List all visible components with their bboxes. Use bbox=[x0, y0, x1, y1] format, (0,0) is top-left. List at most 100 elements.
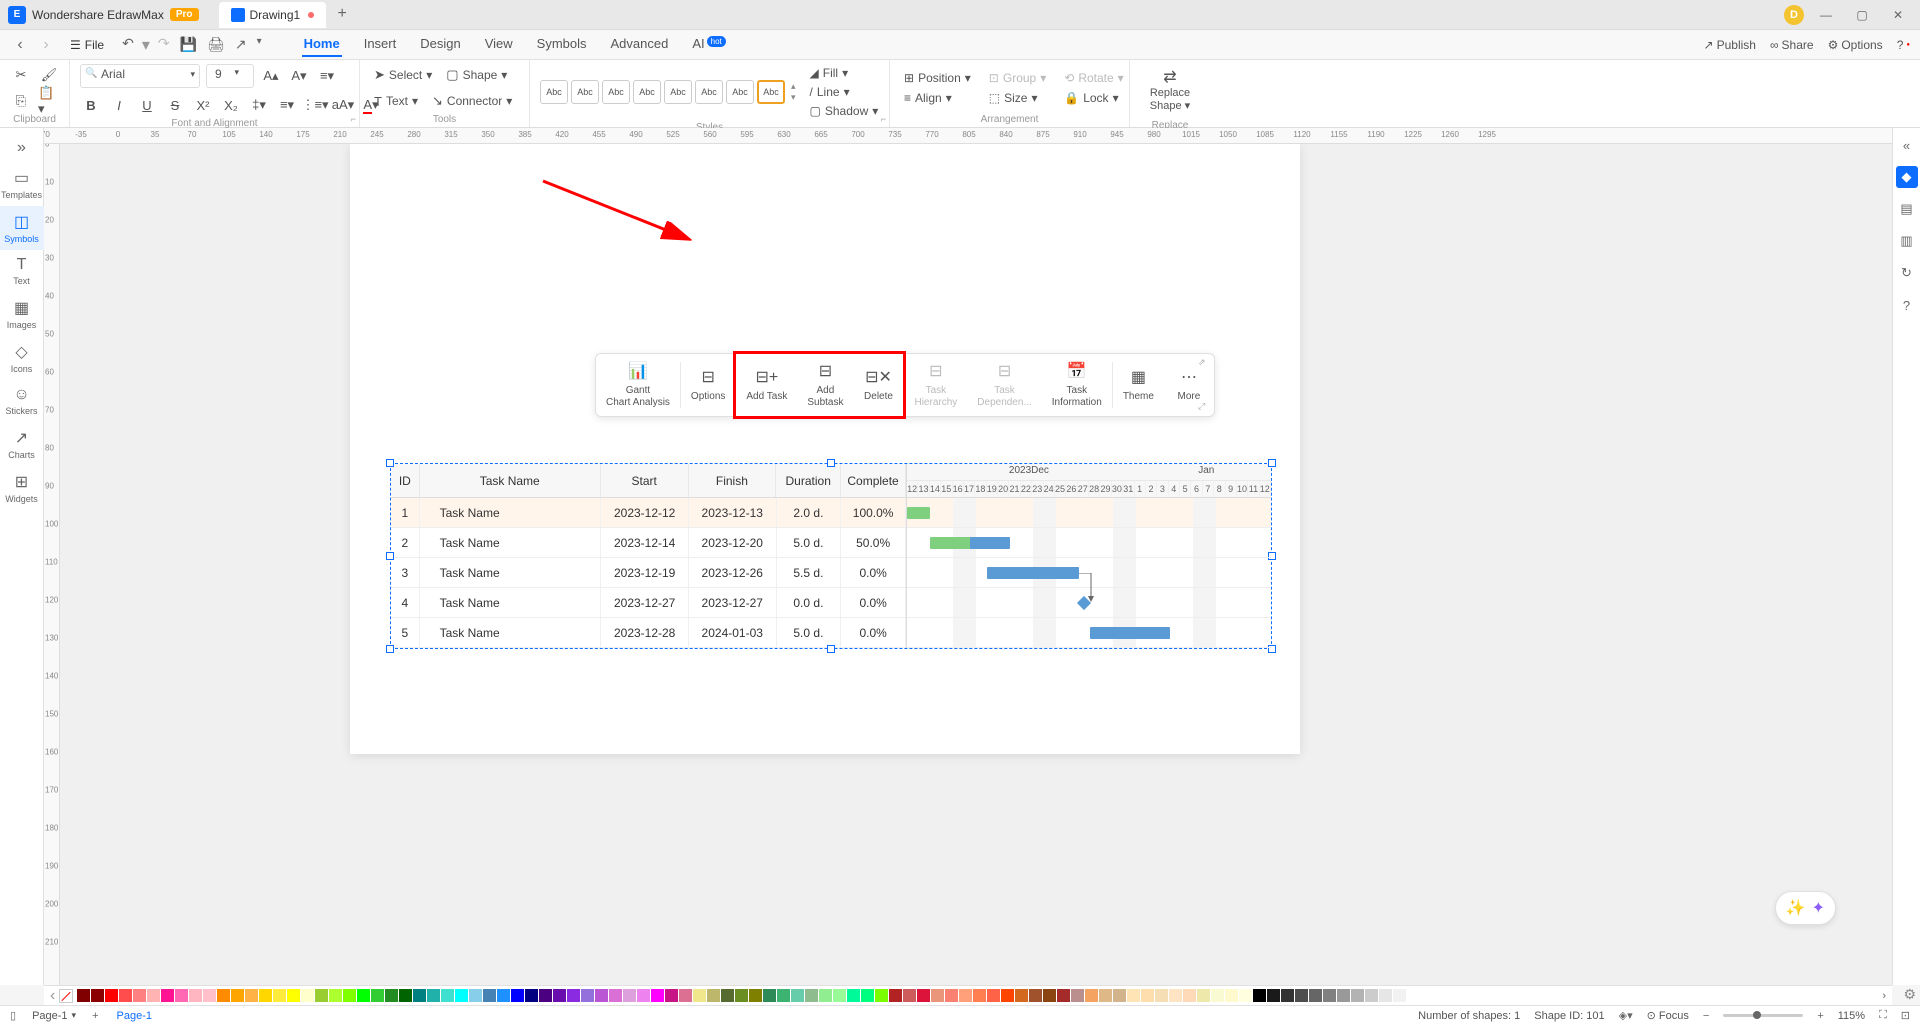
gantt-task-information-button[interactable]: 📅TaskInformation bbox=[1042, 354, 1112, 416]
color-swatch[interactable] bbox=[875, 989, 888, 1002]
help-button[interactable]: ?● bbox=[1897, 38, 1910, 52]
color-swatch[interactable] bbox=[1393, 989, 1406, 1002]
color-swatch[interactable] bbox=[1337, 989, 1350, 1002]
gantt-row[interactable]: 2Task Name2023-12-142023-12-205.0 d.50.0… bbox=[391, 528, 906, 558]
color-swatch[interactable] bbox=[1239, 989, 1252, 1002]
color-swatch[interactable] bbox=[1309, 989, 1322, 1002]
color-swatch[interactable] bbox=[847, 989, 860, 1002]
canvas-area[interactable]: ⇗ ⤢ 📊GanttChart Analysis⊟Options⊟+Add Ta… bbox=[60, 144, 1892, 985]
color-swatch[interactable] bbox=[413, 989, 426, 1002]
increase-font-button[interactable]: A▴ bbox=[260, 65, 282, 87]
ai-star-icon[interactable]: ✦ bbox=[1812, 898, 1825, 918]
styles-dialog-launcher[interactable]: ⌐ bbox=[881, 114, 886, 124]
color-swatch[interactable] bbox=[1169, 989, 1182, 1002]
color-swatch[interactable] bbox=[259, 989, 272, 1002]
color-swatch[interactable] bbox=[1295, 989, 1308, 1002]
sidebar-item-widgets[interactable]: ⊞Widgets bbox=[0, 466, 44, 510]
superscript-button[interactable]: X² bbox=[192, 94, 214, 116]
sidebar-item-symbols[interactable]: ◫Symbols bbox=[0, 206, 44, 250]
tab-ai[interactable]: AIhot bbox=[690, 32, 727, 57]
share-button[interactable]: ∞Share bbox=[1770, 38, 1814, 52]
cut-button[interactable]: ✂ bbox=[10, 64, 32, 86]
color-swatch[interactable] bbox=[1267, 989, 1280, 1002]
case-button[interactable]: aA▾ bbox=[332, 94, 354, 116]
selection-handle[interactable] bbox=[827, 459, 835, 467]
color-swatch[interactable] bbox=[987, 989, 1000, 1002]
gantt-add-task-button[interactable]: ⊟+Add Task bbox=[736, 354, 797, 416]
color-swatch[interactable] bbox=[749, 989, 762, 1002]
position-button[interactable]: ⊞Position▾ bbox=[900, 69, 975, 87]
format-painter-button[interactable]: 🖌 bbox=[38, 64, 60, 86]
color-swatch[interactable] bbox=[105, 989, 118, 1002]
style-gallery-more[interactable]: ▴▾ bbox=[791, 81, 796, 103]
color-swatch[interactable] bbox=[385, 989, 398, 1002]
replace-shape-button[interactable]: ⇄ Replace Shape ▾ bbox=[1142, 64, 1198, 118]
line-spacing-button[interactable]: ‡▾ bbox=[248, 94, 270, 116]
color-swatch[interactable] bbox=[595, 989, 608, 1002]
color-swatch[interactable] bbox=[329, 989, 342, 1002]
color-swatch[interactable] bbox=[637, 989, 650, 1002]
color-swatch[interactable] bbox=[1099, 989, 1112, 1002]
copy-button[interactable]: ⎘ bbox=[10, 90, 32, 112]
tab-advanced[interactable]: Advanced bbox=[609, 32, 671, 57]
file-menu[interactable]: ☰ File bbox=[62, 35, 112, 55]
color-swatch[interactable] bbox=[1197, 989, 1210, 1002]
undo-button[interactable]: ↶ bbox=[122, 35, 134, 55]
color-swatch[interactable] bbox=[175, 989, 188, 1002]
color-swatch[interactable] bbox=[301, 989, 314, 1002]
user-avatar[interactable]: D bbox=[1784, 5, 1804, 25]
save-icon[interactable]: 💾 bbox=[180, 36, 197, 53]
shadow-button[interactable]: ▢Shadow▾ bbox=[806, 102, 883, 120]
gantt-column-header[interactable]: Task Name bbox=[420, 464, 601, 497]
gantt-column-header[interactable]: Start bbox=[601, 464, 689, 497]
zoom-slider[interactable] bbox=[1723, 1014, 1803, 1017]
color-swatch[interactable] bbox=[707, 989, 720, 1002]
color-swatch[interactable] bbox=[1029, 989, 1042, 1002]
page-select[interactable]: Page-1 ▾ bbox=[26, 1010, 82, 1022]
color-swatch[interactable] bbox=[455, 989, 468, 1002]
gantt-add-subtask-button[interactable]: ⊟AddSubtask bbox=[797, 354, 853, 416]
back-button[interactable]: ‹ bbox=[10, 35, 30, 55]
rotate-button[interactable]: ⟲Rotate▾ bbox=[1060, 69, 1127, 87]
lock-button[interactable]: 🔒Lock▾ bbox=[1060, 89, 1127, 107]
gantt-chart-shape[interactable]: IDTask NameStartFinishDurationComplete 1… bbox=[390, 463, 1272, 649]
color-swatch[interactable] bbox=[1379, 989, 1392, 1002]
size-button[interactable]: ⬚Size▾ bbox=[985, 89, 1050, 107]
color-swatch[interactable] bbox=[1043, 989, 1056, 1002]
color-swatch[interactable] bbox=[427, 989, 440, 1002]
color-swatch[interactable] bbox=[665, 989, 678, 1002]
gantt-bar[interactable] bbox=[987, 567, 1079, 579]
style-preset-7[interactable]: Abc bbox=[726, 80, 754, 104]
zoom-level-label[interactable]: 115% bbox=[1838, 1010, 1865, 1022]
color-swatch[interactable] bbox=[553, 989, 566, 1002]
gantt-gantt-chart-analysis-button[interactable]: 📊GanttChart Analysis bbox=[596, 354, 680, 416]
options-button[interactable]: ⚙Options bbox=[1828, 38, 1883, 52]
text-tool-button[interactable]: TText▾ bbox=[370, 92, 422, 111]
color-swatch[interactable] bbox=[1407, 989, 1420, 1002]
color-swatch[interactable] bbox=[651, 989, 664, 1002]
pages-panel-button[interactable]: ▤ bbox=[1896, 198, 1918, 220]
color-swatch[interactable] bbox=[819, 989, 832, 1002]
ai-assistant-bubble[interactable]: ✨ ✦ bbox=[1775, 891, 1836, 925]
color-swatch[interactable] bbox=[147, 989, 160, 1002]
color-swatch[interactable] bbox=[469, 989, 482, 1002]
color-swatch[interactable] bbox=[1323, 989, 1336, 1002]
color-swatch[interactable] bbox=[1281, 989, 1294, 1002]
color-swatch[interactable] bbox=[1141, 989, 1154, 1002]
color-swatch[interactable] bbox=[441, 989, 454, 1002]
gantt-delete-button[interactable]: ⊟✕Delete bbox=[853, 354, 903, 416]
shape-tool-button[interactable]: ▢Shape▾ bbox=[442, 65, 511, 85]
strike-button[interactable]: S bbox=[164, 94, 186, 116]
color-swatch[interactable] bbox=[161, 989, 174, 1002]
gantt-bar[interactable] bbox=[1090, 627, 1170, 639]
color-swatch[interactable] bbox=[1225, 989, 1238, 1002]
color-swatch[interactable] bbox=[833, 989, 846, 1002]
export-icon[interactable]: ↗ bbox=[235, 36, 247, 53]
layers-icon[interactable]: ◈▾ bbox=[1619, 1009, 1633, 1022]
color-swatch[interactable] bbox=[609, 989, 622, 1002]
bullets-button[interactable]: ⋮≡▾ bbox=[304, 94, 326, 116]
gantt-bar[interactable] bbox=[930, 537, 1010, 549]
selection-handle[interactable] bbox=[386, 645, 394, 653]
sidebar-item-templates[interactable]: ▭Templates bbox=[0, 162, 44, 206]
color-swatch[interactable] bbox=[1351, 989, 1364, 1002]
